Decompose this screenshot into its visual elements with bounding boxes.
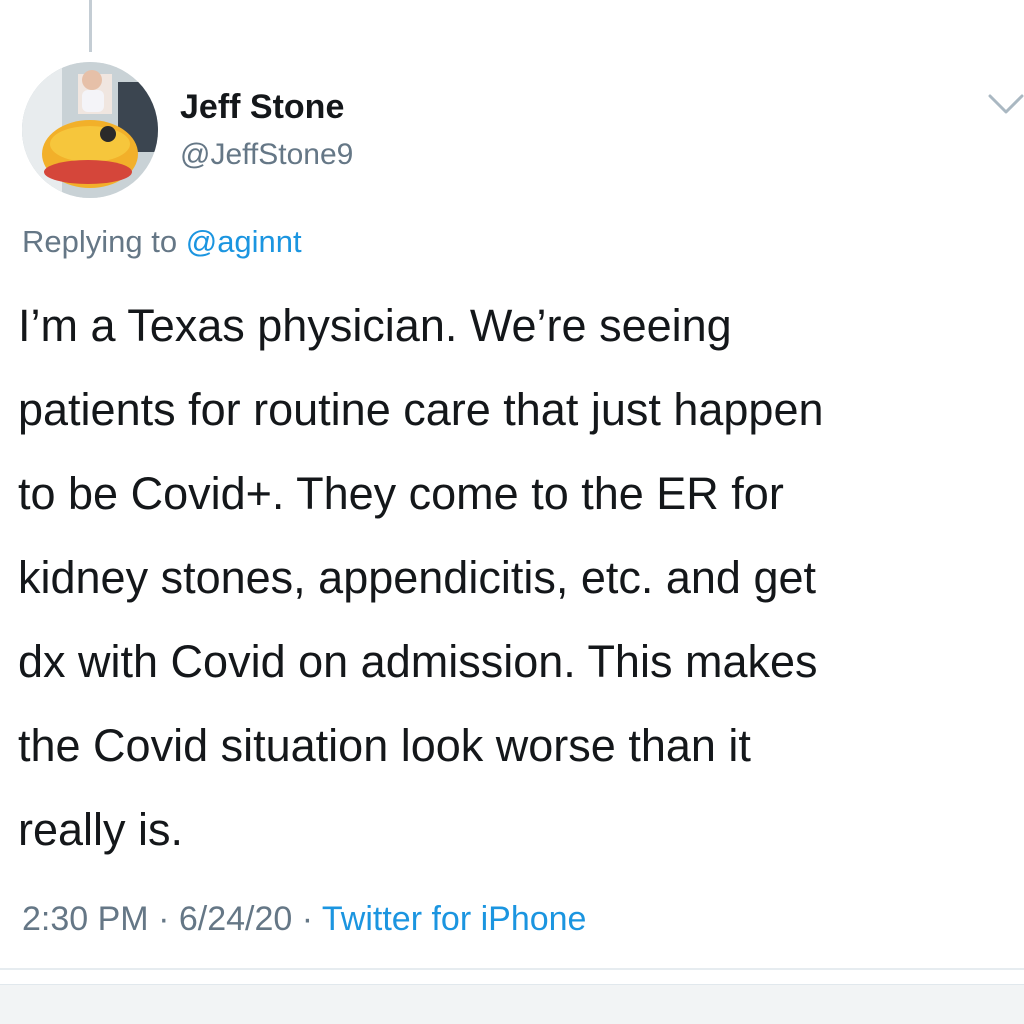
tweet-text-line: the Covid situation look worse than it	[18, 720, 751, 771]
tweet-time[interactable]: 2:30 PM	[22, 900, 149, 938]
thread-connector-line	[89, 0, 92, 52]
tweet-date[interactable]: 6/24/20	[179, 900, 292, 938]
replying-to-label: Replying to	[22, 224, 186, 259]
tweet-text: I’m a Texas physician. We’re seeing pati…	[18, 284, 1018, 872]
tweet-text-line: dx with Covid on admission. This makes	[18, 636, 818, 687]
avatar[interactable]	[22, 62, 158, 198]
tweet-text-line: to be Covid+. They come to the ER for	[18, 468, 784, 519]
author-name[interactable]: Jeff Stone	[180, 88, 344, 127]
replying-to: Replying to @aginnt	[22, 224, 302, 260]
bottom-strip	[0, 984, 1024, 1024]
profile-photo-icon	[22, 62, 158, 198]
tweet-text-line: patients for routine care that just happ…	[18, 384, 824, 435]
replying-to-handle-link[interactable]: @aginnt	[186, 224, 302, 259]
chevron-down-icon	[988, 94, 1024, 114]
meta-separator: ·	[292, 900, 322, 938]
meta-separator: ·	[148, 900, 179, 938]
tweet-menu-button[interactable]	[986, 90, 1024, 120]
tweet-source-link[interactable]: Twitter for iPhone	[322, 900, 587, 938]
tweet-text-line: really is.	[18, 804, 184, 855]
tweet-meta: 2:30 PM · 6/24/20 · Twitter for iPhone	[22, 900, 586, 939]
author-handle[interactable]: @JeffStone9	[180, 138, 353, 172]
tweet-text-line: kidney stones, appendicitis, etc. and ge…	[18, 552, 817, 603]
tweet-text-line: I’m a Texas physician. We’re seeing	[18, 300, 732, 351]
divider	[0, 968, 1024, 970]
